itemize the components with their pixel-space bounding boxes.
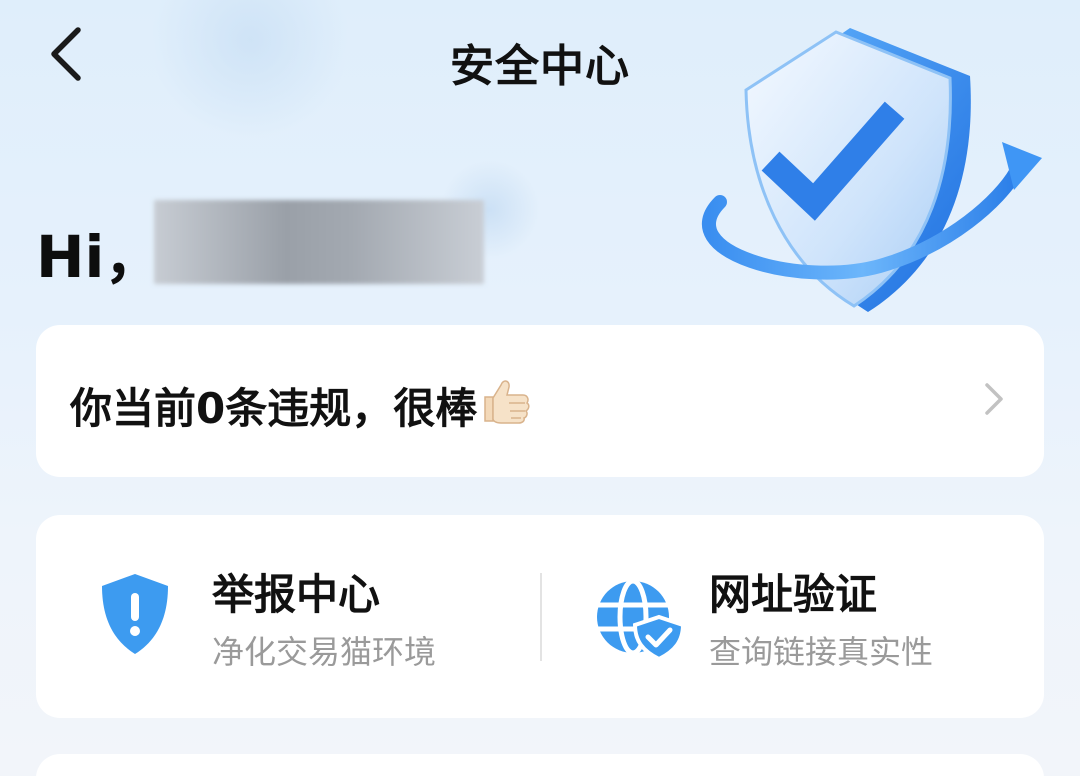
violation-status: 你当前0条违规，很棒: [70, 373, 533, 437]
thumbs-up-icon: [479, 373, 533, 437]
violation-status-card[interactable]: 你当前0条违规，很棒: [36, 325, 1044, 477]
report-center-title: 举报中心: [212, 570, 381, 619]
globe-check-icon: [597, 578, 686, 661]
security-shield-illustration: [702, 28, 1042, 312]
report-center-subtitle: 净化交易猫环境: [212, 633, 437, 671]
report-center-button[interactable]: 举报中心 净化交易猫环境: [36, 515, 541, 718]
url-verify-subtitle: 查询链接真实性: [709, 633, 934, 671]
violation-status-text: 你当前0条违规，很棒: [70, 383, 478, 433]
shield-exclamation-icon: [102, 574, 168, 654]
security-tools-card: 举报中心 净化交易猫环境 网址验证 查询链接真实性: [36, 515, 1044, 718]
greeting: Hi，: [36, 223, 163, 291]
username-redacted: [154, 200, 484, 284]
next-card: [36, 754, 1044, 776]
url-verify-button[interactable]: 网址验证 查询链接真实性: [541, 515, 1044, 718]
chevron-right-icon: [985, 383, 1003, 415]
url-verify-title: 网址验证: [709, 570, 878, 619]
